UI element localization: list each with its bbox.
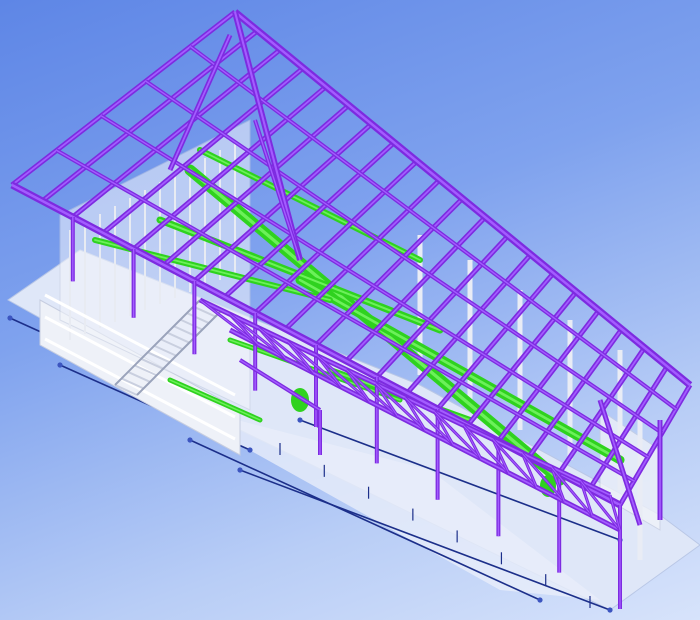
building-model-drawing	[7, 9, 700, 613]
grid-bubble	[7, 315, 13, 321]
grid-bubble	[297, 417, 303, 423]
model-viewport[interactable]	[0, 0, 700, 620]
grid-bubble	[57, 362, 63, 368]
grid-bubble	[607, 607, 613, 613]
grid-bubble	[247, 447, 253, 453]
grid-bubble	[237, 467, 243, 473]
grid-bubble	[187, 437, 193, 443]
roof-rafter-11-highlight	[345, 216, 486, 362]
grid-bubble	[537, 597, 543, 603]
